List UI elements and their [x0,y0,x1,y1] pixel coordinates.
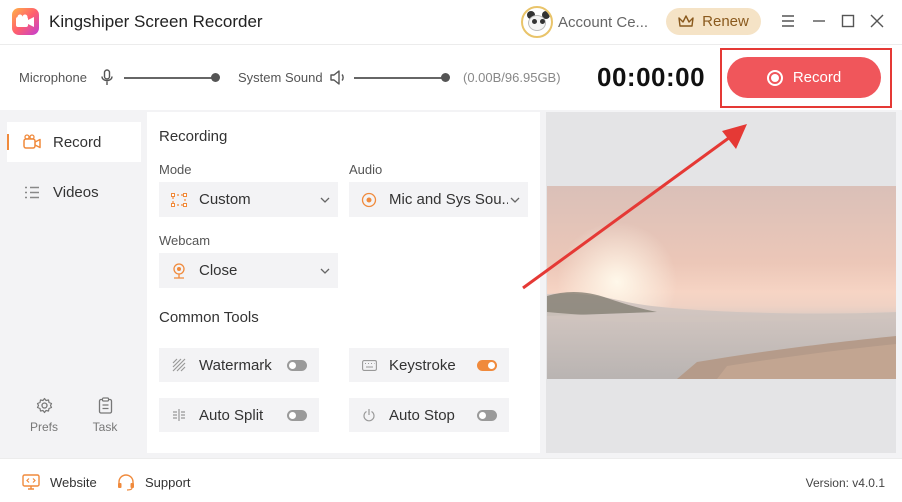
monitor-icon [22,474,40,490]
menu-icon[interactable] [779,12,797,30]
keystroke-tool: Keystroke [349,348,509,382]
audio-source-icon [361,192,377,208]
microphone-label: Microphone [19,70,87,85]
mode-value: Custom [199,191,251,208]
sidebar-item-label: Videos [53,183,99,201]
clipboard-icon [98,397,112,414]
gear-icon [36,397,52,414]
webcam-label: Webcam [159,233,211,248]
microphone-volume-slider[interactable] [124,73,220,82]
camera-icon [23,133,41,151]
auto-split-tool: Auto Split [159,398,319,432]
task-button[interactable]: Task [85,397,125,434]
close-icon[interactable] [868,12,886,30]
website-link[interactable]: Website [22,474,97,490]
region-icon [171,192,187,208]
watermark-toggle[interactable] [287,359,307,371]
speaker-icon[interactable] [330,70,346,85]
mode-select[interactable]: Custom [159,182,338,217]
audio-label: Audio [349,162,383,177]
crown-icon [678,15,694,27]
renew-label: Renew [702,13,749,30]
webcam-icon [171,262,187,279]
title-bar: Kingshiper Screen Recorder Account Ce...… [0,0,902,44]
slider-handle[interactable] [211,73,220,82]
auto-stop-tool: Auto Stop [349,398,509,432]
account-label: Account Ce... [558,13,648,31]
settings-panel: Recording Mode Custom Audio Mic and Sys … [147,112,540,453]
maximize-icon[interactable] [839,12,857,30]
website-label: Website [50,474,97,490]
prefs-label: Prefs [29,420,58,434]
chevron-down-icon [318,268,332,274]
auto-split-label: Auto Split [199,406,264,424]
sidebar: Record Videos Prefs Task [0,110,147,458]
controls-bar: Microphone System Sound (0.00B/96.95GB) … [0,44,902,110]
record-dot-icon [766,69,783,86]
system-sound-label: System Sound [238,70,323,85]
avatar-icon [521,6,553,38]
auto-split-toggle[interactable] [287,409,307,421]
recording-section-title: Recording [159,128,228,148]
webcam-select[interactable]: Close [159,253,338,288]
sidebar-item-label: Record [53,133,102,151]
slider-handle[interactable] [441,73,450,82]
mode-label: Mode [159,162,192,177]
renew-button[interactable]: Renew [666,8,761,35]
split-icon [171,407,187,423]
annotation-arrow-icon [522,124,747,290]
chevron-down-icon [318,197,332,203]
list-icon [23,183,41,201]
audio-value: Mic and Sys Sou... [389,191,508,208]
common-tools-section-title: Common Tools [159,309,259,329]
record-button[interactable]: Record [727,57,881,98]
app-logo-icon [12,8,39,35]
watermark-label: Watermark [199,356,272,374]
watermark-tool: Watermark [159,348,319,382]
watermark-icon [171,357,187,373]
storage-usage: (0.00B/96.95GB) [463,70,561,85]
app-title: Kingshiper Screen Recorder [49,12,263,31]
account-center[interactable]: Account Ce... [521,6,648,38]
prefs-button[interactable]: Prefs [24,397,64,434]
footer: Website Support Version: v4.0.1 [0,458,902,502]
task-label: Task [92,420,118,434]
support-label: Support [145,475,191,490]
minimize-icon[interactable] [810,12,828,30]
sidebar-item-videos[interactable]: Videos [7,172,141,212]
sidebar-item-record[interactable]: Record [7,122,141,162]
version-label: Version: v4.0.1 [805,476,885,490]
power-icon [361,407,377,423]
record-label: Record [792,69,842,86]
keyboard-icon [361,357,377,373]
webcam-value: Close [199,262,238,279]
keystroke-label: Keystroke [389,356,456,374]
recording-timer: 00:00:00 [597,62,706,92]
audio-select[interactable]: Mic and Sys Sou... [349,182,528,217]
auto-stop-label: Auto Stop [389,406,455,424]
auto-stop-toggle[interactable] [477,409,497,421]
headset-icon [118,474,134,491]
system-volume-slider[interactable] [354,73,450,82]
microphone-icon[interactable] [101,69,113,86]
keystroke-toggle[interactable] [477,359,497,371]
support-link[interactable]: Support [117,474,191,491]
